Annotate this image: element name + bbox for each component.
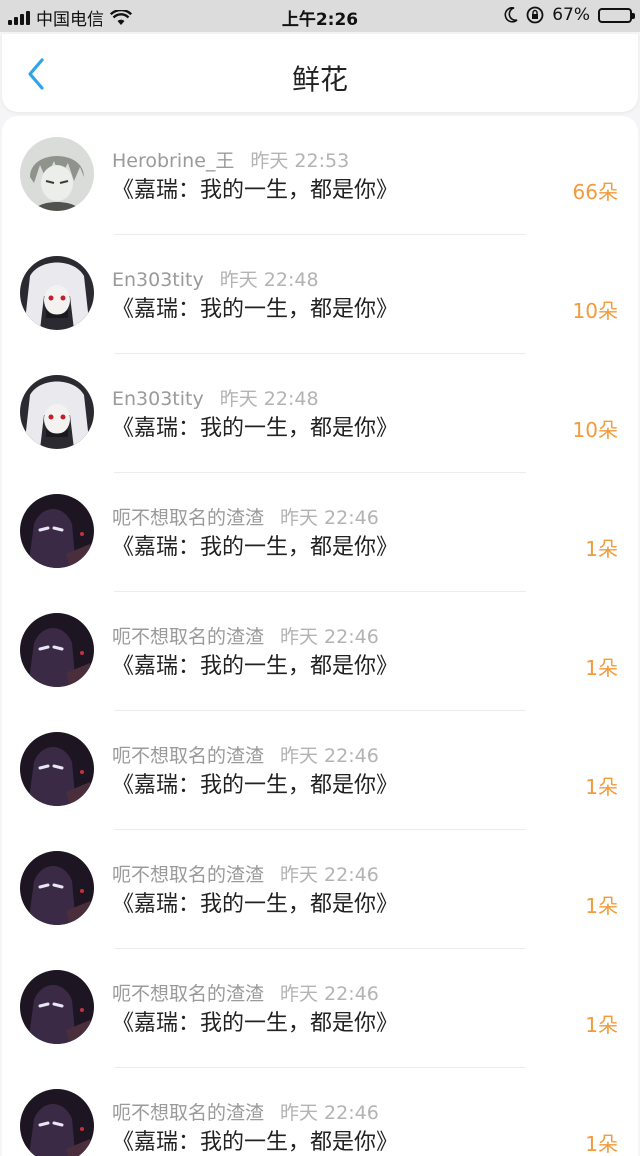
sent-time: 昨天 22:48 — [219, 388, 319, 410]
avatar[interactable] — [20, 256, 94, 330]
gift-title: 《嘉瑞：我的一生，都是你》 — [112, 178, 399, 203]
sender-name[interactable]: En303tity — [112, 269, 204, 291]
flower-count: 1朵 — [585, 894, 618, 918]
list-item-8[interactable]: 呃不想取名的渣渣 昨天 22:46 《嘉瑞：我的一生，都是你》 1朵 — [2, 949, 638, 1068]
item-meta: 呃不想取名的渣渣 昨天 22:46 — [112, 1098, 379, 1125]
item-meta: 呃不想取名的渣渣 昨天 22:46 — [112, 860, 379, 887]
nav-bar: 鲜花 — [2, 34, 638, 112]
sender-name[interactable]: 呃不想取名的渣渣 — [112, 507, 264, 529]
sender-name[interactable]: 呃不想取名的渣渣 — [112, 745, 264, 767]
list-item-2[interactable]: En303tity 昨天 22:48 《嘉瑞：我的一生，都是你》 10朵 — [2, 235, 638, 354]
sender-name[interactable]: 呃不想取名的渣渣 — [112, 864, 264, 886]
sent-time: 昨天 22:46 — [280, 1102, 379, 1124]
flower-count: 66朵 — [572, 180, 618, 204]
avatar[interactable] — [20, 494, 94, 568]
rotation-lock-icon — [526, 6, 544, 24]
sent-time: 昨天 22:46 — [280, 864, 379, 886]
battery-icon — [598, 7, 635, 23]
sent-time: 昨天 22:46 — [280, 745, 379, 767]
avatar[interactable] — [20, 375, 94, 449]
avatar[interactable] — [20, 137, 94, 211]
gift-title: 《嘉瑞：我的一生，都是你》 — [112, 773, 399, 798]
page-title: 鲜花 — [291, 63, 348, 96]
gift-title: 《嘉瑞：我的一生，都是你》 — [112, 1011, 399, 1036]
gift-title: 《嘉瑞：我的一生，都是你》 — [112, 297, 399, 322]
gift-title: 《嘉瑞：我的一生，都是你》 — [112, 892, 399, 917]
item-meta: En303tity 昨天 22:48 — [112, 384, 319, 411]
flower-count: 1朵 — [585, 1013, 618, 1037]
item-meta: Herobrine_王 昨天 22:53 — [112, 146, 349, 173]
list-item-5[interactable]: 呃不想取名的渣渣 昨天 22:46 《嘉瑞：我的一生，都是你》 1朵 — [2, 592, 638, 711]
list-item-7[interactable]: 呃不想取名的渣渣 昨天 22:46 《嘉瑞：我的一生，都是你》 1朵 — [2, 830, 638, 949]
sent-time: 昨天 22:53 — [250, 150, 350, 172]
item-meta: En303tity 昨天 22:48 — [112, 265, 319, 292]
list-item-3[interactable]: En303tity 昨天 22:48 《嘉瑞：我的一生，都是你》 10朵 — [2, 354, 638, 473]
avatar[interactable] — [20, 851, 94, 925]
sender-name[interactable]: 呃不想取名的渣渣 — [112, 1102, 264, 1124]
status-bar: 中国电信 上午2:26 67% — [0, 0, 640, 32]
gift-title: 《嘉瑞：我的一生，都是你》 — [112, 654, 399, 679]
item-meta: 呃不想取名的渣渣 昨天 22:46 — [112, 741, 379, 768]
flower-count: 10朵 — [572, 418, 618, 442]
flower-count: 1朵 — [585, 775, 618, 799]
list-item-6[interactable]: 呃不想取名的渣渣 昨天 22:46 《嘉瑞：我的一生，都是你》 1朵 — [2, 711, 638, 830]
avatar[interactable] — [20, 1089, 94, 1156]
gift-title: 《嘉瑞：我的一生，都是你》 — [112, 1130, 399, 1155]
list-item-4[interactable]: 呃不想取名的渣渣 昨天 22:46 《嘉瑞：我的一生，都是你》 1朵 — [2, 473, 638, 592]
sent-time: 昨天 22:46 — [280, 507, 379, 529]
flower-count: 1朵 — [585, 656, 618, 680]
status-right: 67% — [504, 5, 635, 25]
sent-time: 昨天 22:46 — [280, 626, 379, 648]
avatar[interactable] — [20, 970, 94, 1044]
sent-time: 昨天 22:46 — [280, 983, 379, 1005]
flower-count: 1朵 — [585, 1132, 618, 1156]
flower-gift-list: Herobrine_王 昨天 22:53 《嘉瑞：我的一生，都是你》 66朵 En… — [2, 116, 638, 1156]
gift-title: 《嘉瑞：我的一生，都是你》 — [112, 416, 399, 441]
sent-time: 昨天 22:48 — [219, 269, 319, 291]
sender-name[interactable]: 呃不想取名的渣渣 — [112, 983, 264, 1005]
moon-icon — [504, 7, 518, 23]
item-meta: 呃不想取名的渣渣 昨天 22:46 — [112, 503, 379, 530]
list-item-9[interactable]: 呃不想取名的渣渣 昨天 22:46 《嘉瑞：我的一生，都是你》 1朵 — [2, 1068, 638, 1156]
item-meta: 呃不想取名的渣渣 昨天 22:46 — [112, 622, 379, 649]
list-item-1[interactable]: Herobrine_王 昨天 22:53 《嘉瑞：我的一生，都是你》 66朵 — [2, 116, 638, 235]
sender-name[interactable]: Herobrine_王 — [112, 150, 234, 172]
flower-count: 10朵 — [572, 299, 618, 323]
battery-percent: 67% — [552, 5, 590, 25]
sender-name[interactable]: 呃不想取名的渣渣 — [112, 626, 264, 648]
flower-count: 1朵 — [585, 537, 618, 561]
avatar[interactable] — [20, 732, 94, 806]
gift-title: 《嘉瑞：我的一生，都是你》 — [112, 535, 399, 560]
avatar[interactable] — [20, 613, 94, 687]
item-meta: 呃不想取名的渣渣 昨天 22:46 — [112, 979, 379, 1006]
sender-name[interactable]: En303tity — [112, 388, 204, 410]
